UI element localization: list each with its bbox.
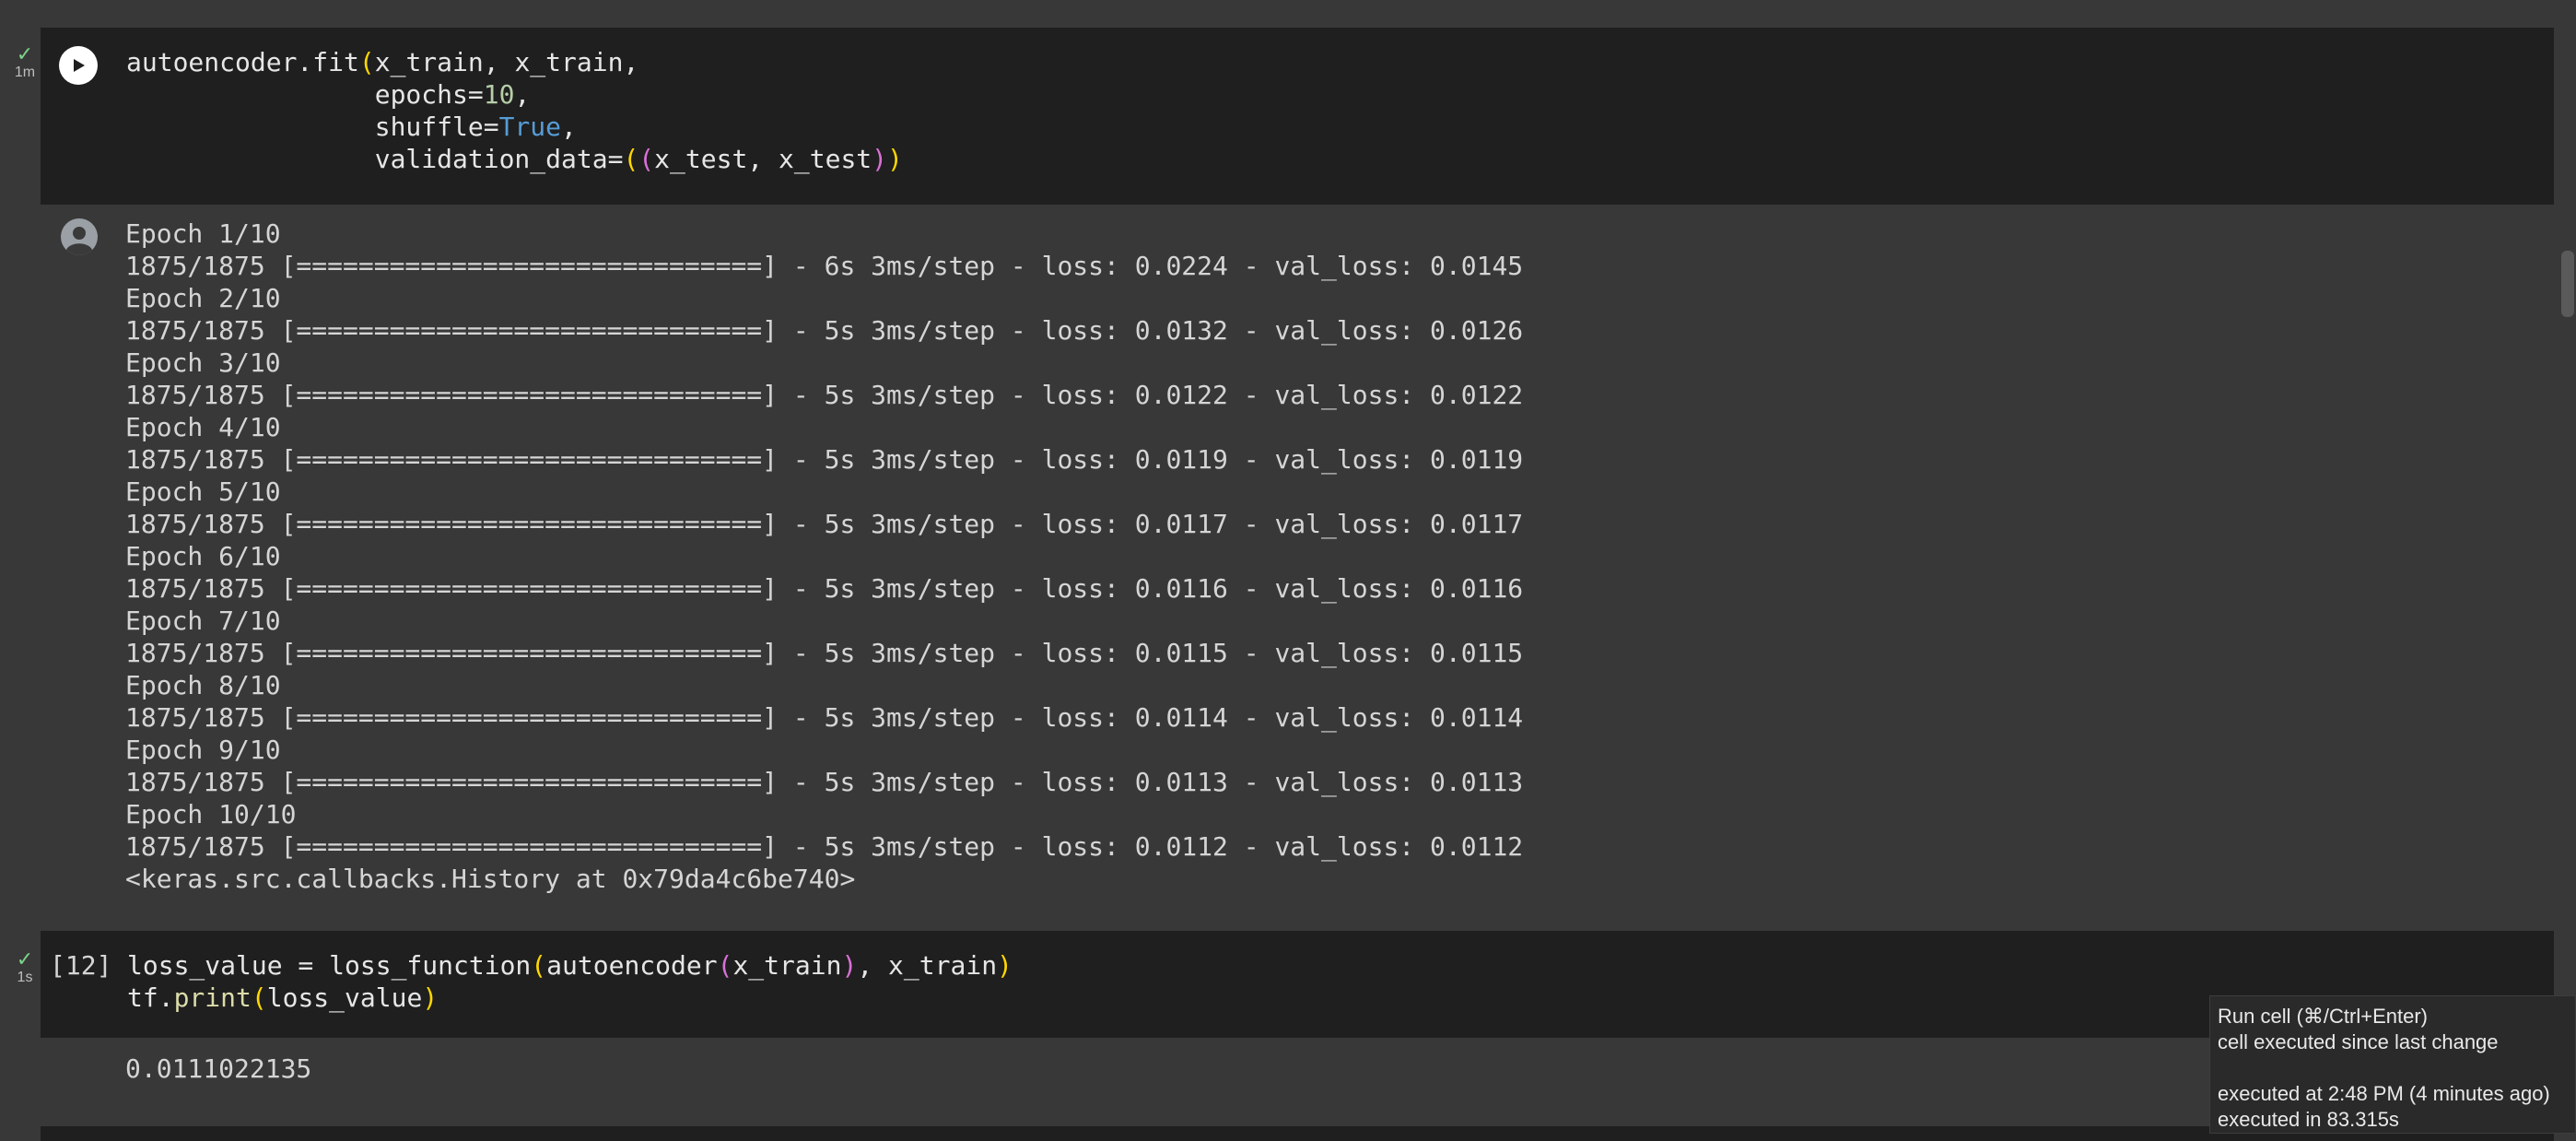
output-line: 1875/1875 [=============================… bbox=[125, 315, 1524, 346]
code-token: epochs= bbox=[126, 79, 484, 110]
code-token: x_train bbox=[732, 950, 842, 981]
code-token: , x_train bbox=[857, 950, 998, 981]
output-line: Epoch 1/10 bbox=[125, 218, 281, 249]
tooltip-executed-at: executed at 2:48 PM (4 minutes ago) bbox=[2218, 1082, 2550, 1105]
output-line: Epoch 9/10 bbox=[125, 735, 281, 765]
output-line: 1875/1875 [=============================… bbox=[125, 380, 1524, 410]
avatar-glyph bbox=[66, 227, 92, 255]
output-line: 1875/1875 [=============================… bbox=[125, 702, 1524, 733]
code-line: tf.print(loss_value) bbox=[127, 982, 1013, 1014]
run-cell-tooltip: Run cell (⌘/Ctrl+Enter) cell executed si… bbox=[2209, 995, 2576, 1134]
output-line: Epoch 5/10 bbox=[125, 476, 281, 507]
tooltip-title: Run cell (⌘/Ctrl+Enter) bbox=[2218, 1005, 2429, 1028]
code-token: ( bbox=[638, 144, 655, 174]
execution-count: [12] bbox=[50, 950, 112, 981]
code-token: , bbox=[514, 79, 531, 110]
code-cell-3[interactable] bbox=[41, 1126, 2554, 1141]
code-token: autoencoder bbox=[546, 950, 718, 981]
code-token: ( bbox=[717, 950, 733, 981]
code-token: ( bbox=[251, 982, 267, 1013]
code-line: validation_data=((x_test, x_test)) bbox=[126, 143, 903, 175]
code-token: autoencoder.fit bbox=[126, 47, 359, 77]
code-cell-1[interactable]: autoencoder.fit(x_train, x_train, epochs… bbox=[41, 28, 2554, 205]
run-cell-button[interactable] bbox=[59, 46, 98, 85]
output-line: 1875/1875 [=============================… bbox=[125, 509, 1524, 539]
output-line: Epoch 2/10 bbox=[125, 283, 281, 313]
code-token: ( bbox=[358, 47, 375, 77]
execution-time: 1m bbox=[14, 65, 36, 80]
scrollbar-thumb[interactable] bbox=[2561, 251, 2574, 317]
check-icon: ✓ bbox=[16, 947, 34, 970]
code-token: loss_value bbox=[266, 982, 423, 1013]
code-token: validation_data= bbox=[126, 144, 624, 174]
code-token: loss_value = loss_function bbox=[127, 950, 532, 981]
code-token: 10 bbox=[483, 79, 515, 110]
code-line: autoencoder.fit(x_train, x_train, bbox=[126, 46, 903, 78]
code-token: ) bbox=[887, 144, 903, 174]
output-line: Epoch 7/10 bbox=[125, 606, 281, 636]
output-line: 1875/1875 [=============================… bbox=[125, 638, 1524, 668]
output-line: 1875/1875 [=============================… bbox=[125, 444, 1524, 475]
output-line: <keras.src.callbacks.History at 0x79da4c… bbox=[125, 864, 856, 894]
code-token: print bbox=[173, 982, 252, 1013]
code-token: x_test, x_test bbox=[654, 144, 872, 174]
code-token: ( bbox=[623, 144, 639, 174]
code-token: ) bbox=[841, 950, 858, 981]
output-line: 1875/1875 [=============================… bbox=[125, 831, 1524, 862]
output-line: Epoch 4/10 bbox=[125, 412, 281, 442]
cell-output: 0.0111022135 bbox=[125, 1053, 311, 1085]
cell-1-status: ✓ 1m bbox=[9, 44, 41, 81]
output-line: 1875/1875 [=============================… bbox=[125, 573, 1524, 604]
code-cell-2[interactable]: [12] loss_value = loss_function(autoenco… bbox=[41, 931, 2554, 1038]
output-line: 1875/1875 [=============================… bbox=[125, 767, 1524, 797]
code-token: ) bbox=[997, 950, 1013, 981]
output-line: 0.0111022135 bbox=[125, 1053, 312, 1084]
code-line: epochs=10, bbox=[126, 78, 903, 111]
tooltip-status: cell executed since last change bbox=[2218, 1030, 2499, 1053]
code-token: shuffle= bbox=[126, 112, 499, 142]
tooltip-duration: executed in 83.315s bbox=[2218, 1108, 2399, 1131]
code-token: ( bbox=[531, 950, 547, 981]
code-line: shuffle=True, bbox=[126, 111, 903, 143]
scrollbar[interactable] bbox=[2558, 0, 2576, 1141]
check-icon: ✓ bbox=[16, 42, 34, 65]
cell-output: Epoch 1/10 1875/1875 [===================… bbox=[125, 218, 1523, 895]
output-line: Epoch 3/10 bbox=[125, 347, 281, 378]
play-icon bbox=[74, 59, 85, 72]
code-editor[interactable]: autoencoder.fit(x_train, x_train, epochs… bbox=[126, 46, 903, 175]
code-line: loss_value = loss_function(autoencoder(x… bbox=[127, 949, 1013, 982]
code-token: tf. bbox=[127, 982, 174, 1013]
output-line: Epoch 10/10 bbox=[125, 799, 297, 829]
code-token: True bbox=[498, 112, 562, 142]
execution-time: 1s bbox=[17, 970, 33, 985]
output-line: 1875/1875 [=============================… bbox=[125, 251, 1524, 281]
output-line: Epoch 8/10 bbox=[125, 670, 281, 700]
code-token: x_train, x_train, bbox=[374, 47, 639, 77]
code-editor[interactable]: loss_value = loss_function(autoencoder(x… bbox=[127, 949, 1013, 1014]
user-avatar-icon bbox=[61, 218, 98, 255]
cell-2-status: ✓ 1s bbox=[9, 949, 41, 986]
code-token: , bbox=[561, 112, 577, 142]
code-token: ) bbox=[422, 982, 439, 1013]
output-line: Epoch 6/10 bbox=[125, 541, 281, 571]
tooltip-spacer bbox=[2218, 1055, 2566, 1081]
code-token: ) bbox=[872, 144, 888, 174]
